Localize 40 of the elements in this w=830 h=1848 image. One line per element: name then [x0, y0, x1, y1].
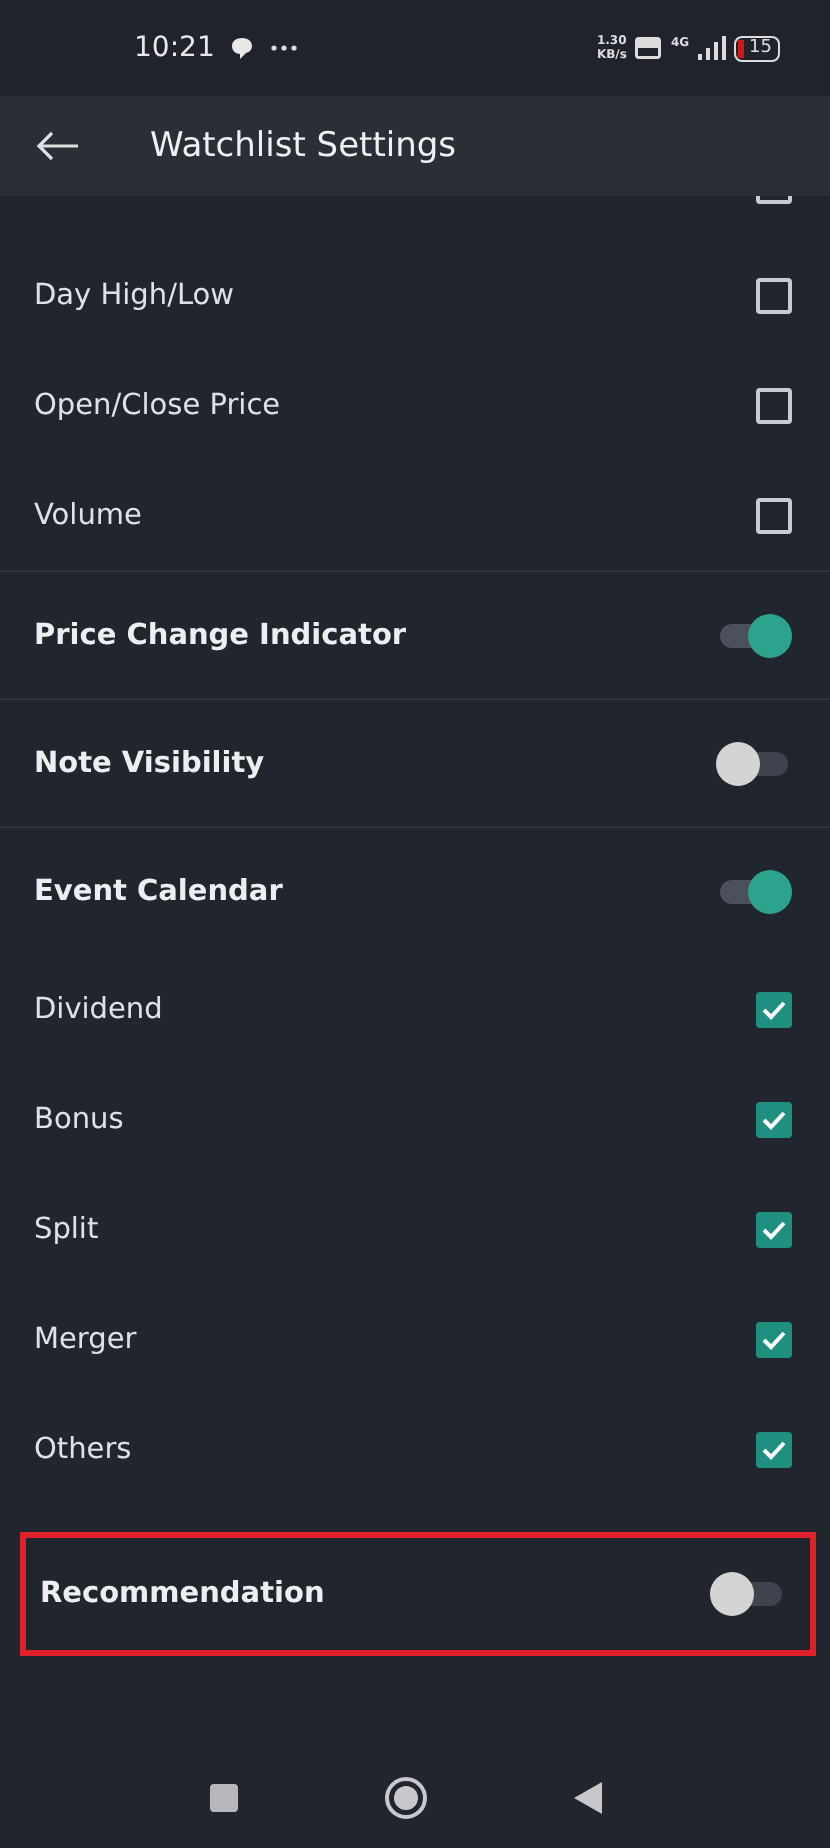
toggle-switch[interactable]: [716, 869, 792, 913]
checkbox[interactable]: [756, 387, 792, 423]
back-arrow-icon[interactable]: [36, 130, 80, 162]
setting-label: Open/Close Price: [34, 389, 281, 421]
checkbox[interactable]: [756, 1431, 792, 1467]
setting-label: Price Change Indicator: [34, 619, 407, 651]
toggle-switch[interactable]: [716, 741, 792, 785]
status-time: 10:21: [134, 32, 215, 64]
check-icon: [762, 1109, 786, 1129]
toggle-switch[interactable]: [710, 1572, 786, 1616]
setting-label: Others: [34, 1433, 132, 1465]
setting-label: Bonus: [34, 1103, 124, 1135]
signal-icon: [697, 36, 726, 60]
setting-label: Merger: [34, 1323, 137, 1355]
checkbox[interactable]: [756, 1321, 792, 1357]
battery-indicator: 15: [733, 35, 780, 61]
setting-label: Dividend: [34, 993, 163, 1025]
checkbox[interactable]: [756, 991, 792, 1027]
setting-label: Recommendation: [40, 1578, 325, 1610]
setting-label: Volume: [34, 499, 142, 531]
checkbox[interactable]: [756, 1101, 792, 1137]
toggle-switch[interactable]: [716, 613, 792, 657]
setting-label: Note Visibility: [34, 747, 265, 779]
check-icon: [762, 1219, 786, 1239]
volte-icon: [634, 36, 663, 60]
recents-icon[interactable]: [207, 1781, 239, 1813]
check-icon: [762, 1439, 786, 1459]
page-title: Watchlist Settings: [150, 126, 457, 166]
checkbox[interactable]: [756, 497, 792, 533]
check-icon: [762, 1329, 786, 1349]
more-icon: [270, 44, 299, 52]
chat-icon: [230, 36, 255, 60]
back-icon[interactable]: [571, 1779, 603, 1815]
check-icon: [762, 999, 786, 1019]
checkbox[interactable]: [756, 1211, 792, 1247]
setting-label: Day High/Low: [34, 279, 235, 311]
setting-label: Event Calendar: [34, 875, 283, 907]
setting-label: Split: [34, 1213, 99, 1245]
home-icon[interactable]: [383, 1775, 427, 1819]
checkbox[interactable]: [756, 277, 792, 313]
